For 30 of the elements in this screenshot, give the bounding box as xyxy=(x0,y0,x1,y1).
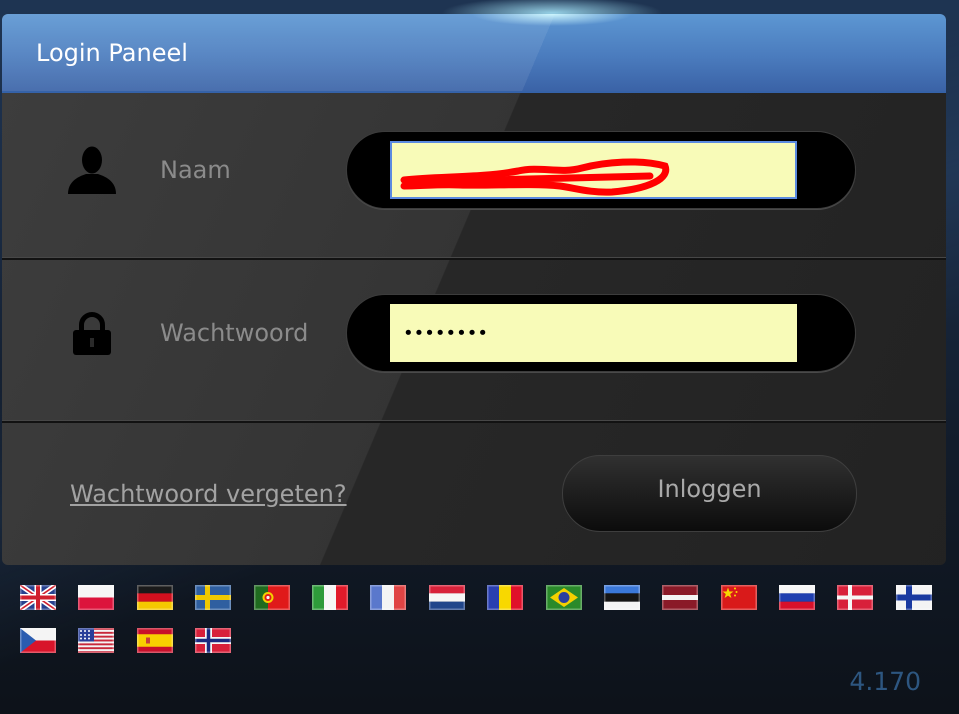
czech-flag-icon[interactable] xyxy=(20,628,56,653)
british-flag-icon[interactable] xyxy=(20,585,56,610)
brazilian-flag-icon[interactable] xyxy=(546,585,582,610)
polish-flag-icon[interactable] xyxy=(78,585,114,610)
username-field[interactable] xyxy=(390,141,797,199)
swedish-flag-icon[interactable] xyxy=(195,585,232,610)
german-flag-icon[interactable] xyxy=(136,585,173,610)
latvian-flag-icon[interactable] xyxy=(662,585,698,610)
french-flag-icon[interactable] xyxy=(370,585,406,610)
forgot-password-link[interactable]: Wachtwoord vergeten? xyxy=(70,480,347,508)
portuguese-flag-icon[interactable] xyxy=(254,585,290,610)
estonian-flag-icon[interactable] xyxy=(604,585,640,610)
panel-title: Login Paneel xyxy=(36,38,188,66)
romanian-flag-icon[interactable] xyxy=(487,585,524,610)
version-number: 4.170 xyxy=(849,667,921,696)
padlock-icon xyxy=(72,311,112,355)
password-label: Wachtwoord xyxy=(160,319,310,347)
danish-flag-icon[interactable] xyxy=(837,585,874,610)
username-label: Naam xyxy=(160,156,232,184)
password-field[interactable]: •••••••• xyxy=(390,304,797,362)
norwegian-flag-icon[interactable] xyxy=(195,628,232,653)
russian-flag-icon[interactable] xyxy=(779,585,816,610)
dutch-flag-icon[interactable] xyxy=(428,585,465,610)
login-button[interactable]: Inloggen xyxy=(562,455,857,532)
finnish-flag-icon[interactable] xyxy=(896,585,932,610)
spanish-flag-icon[interactable] xyxy=(136,628,173,653)
italian-flag-icon[interactable] xyxy=(312,585,348,610)
chinese-flag-icon[interactable] xyxy=(720,585,757,610)
american-flag-icon[interactable] xyxy=(78,628,114,653)
person-icon xyxy=(68,146,116,194)
